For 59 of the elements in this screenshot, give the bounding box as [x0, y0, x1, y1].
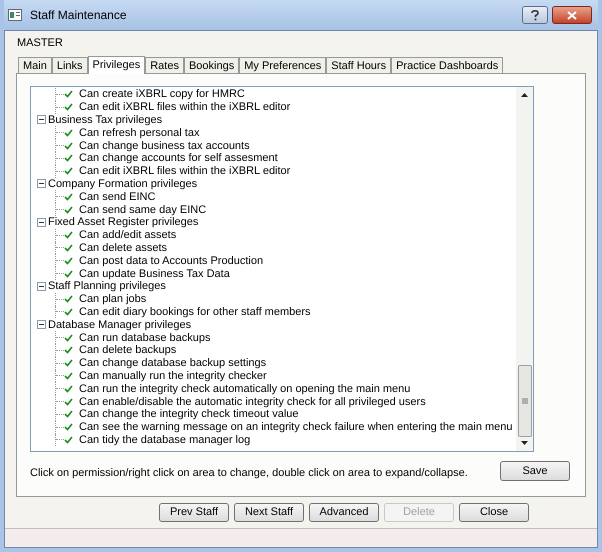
footer-button[interactable]: Advanced	[309, 503, 379, 522]
close-icon	[567, 10, 577, 20]
privilege-item[interactable]: Can manually run the integrity checker	[79, 370, 267, 382]
privilege-item[interactable]: Can delete backups	[79, 344, 176, 356]
privilege-item[interactable]: Can change business tax accounts	[79, 140, 250, 152]
tab[interactable]: Staff Hours	[326, 57, 392, 73]
privilege-item[interactable]: Can change database backup settings	[79, 357, 266, 370]
save-button[interactable]: Save	[500, 461, 570, 481]
privilege-item[interactable]: Can change accounts for self assesment	[79, 152, 278, 164]
privilege-item[interactable]: Can add/edit assets	[79, 229, 176, 242]
privilege-item[interactable]: Can plan jobs	[79, 293, 146, 306]
footer-button[interactable]: Next Staff	[234, 503, 304, 522]
grip-icon	[522, 398, 528, 404]
privilege-item[interactable]: Can run the integrity check automatically on opening the main menu	[79, 382, 410, 395]
scrollbar[interactable]	[516, 87, 533, 451]
staff-name: MASTER	[17, 36, 64, 49]
privilege-item[interactable]: Can edit iXBRL files within the iXBRL editor	[79, 165, 290, 178]
help-icon	[531, 10, 539, 20]
privilege-item[interactable]: Can delete assets	[79, 242, 168, 254]
tree-group-label[interactable]: Staff Planning privileges	[48, 280, 166, 292]
privilege-item[interactable]: Can send same day EINC	[79, 204, 206, 216]
privilege-item[interactable]: Can change the integrity check timeout value	[79, 408, 299, 420]
tab[interactable]: My Preferences	[239, 57, 326, 73]
tree-group-label[interactable]: Business Tax privileges	[48, 114, 162, 126]
footer-button[interactable]: Close	[459, 503, 529, 522]
window-icon	[8, 9, 22, 21]
privilege-item[interactable]: Can edit diary bookings for other staff members	[79, 306, 311, 318]
scroll-up-icon[interactable]	[521, 93, 528, 97]
collapse-icon[interactable]	[37, 218, 46, 227]
tab[interactable]: Bookings	[184, 57, 240, 73]
scroll-down-icon[interactable]	[521, 441, 528, 445]
privilege-item[interactable]: Can see the warning message on an integrity check failure when entering the main menu	[79, 421, 513, 434]
tab[interactable]: Rates	[145, 57, 184, 73]
tree-group-label[interactable]: Database Manager privileges	[48, 318, 192, 331]
privilege-item[interactable]: Can send EINC	[79, 190, 156, 203]
collapse-icon[interactable]	[37, 282, 46, 291]
tab[interactable]: Practice Dashboards	[391, 57, 504, 73]
close-button[interactable]	[552, 6, 592, 24]
collapse-icon[interactable]	[37, 179, 46, 188]
privilege-item[interactable]: Can edit iXBRL files within the iXBRL editor	[79, 101, 290, 114]
scroll-thumb[interactable]	[518, 365, 532, 437]
collapse-icon[interactable]	[37, 320, 46, 330]
footer-button[interactable]: Prev Staff	[159, 503, 229, 522]
tab[interactable]: Main	[18, 57, 52, 73]
privilege-item[interactable]: Can create iXBRL copy for HMRC	[79, 88, 245, 100]
help-text: Click on permission/right click on area to change, double click on area to expand/collapse.	[30, 466, 468, 481]
help-button[interactable]	[522, 6, 548, 24]
tab[interactable]: Links	[52, 57, 88, 73]
privilege-item[interactable]: Can post data to Accounts Production	[79, 254, 264, 267]
privilege-item[interactable]: Can update Business Tax Data	[79, 268, 230, 280]
collapse-icon[interactable]	[37, 115, 46, 124]
tab[interactable]: Privileges	[88, 56, 146, 74]
window-title: Staff Maintenance	[30, 7, 127, 24]
privilege-item[interactable]: Can run database backups	[79, 332, 210, 344]
tree-group-label[interactable]: Fixed Asset Register privileges	[48, 216, 198, 228]
privilege-item[interactable]: Can refresh personal tax	[79, 126, 200, 139]
privilege-item[interactable]: Can tidy the database manager log	[79, 434, 250, 446]
tree-group-label[interactable]: Company Formation privileges	[48, 178, 198, 190]
privilege-item[interactable]: Can enable/disable the automatic integrity check for all privileged users	[79, 396, 426, 408]
